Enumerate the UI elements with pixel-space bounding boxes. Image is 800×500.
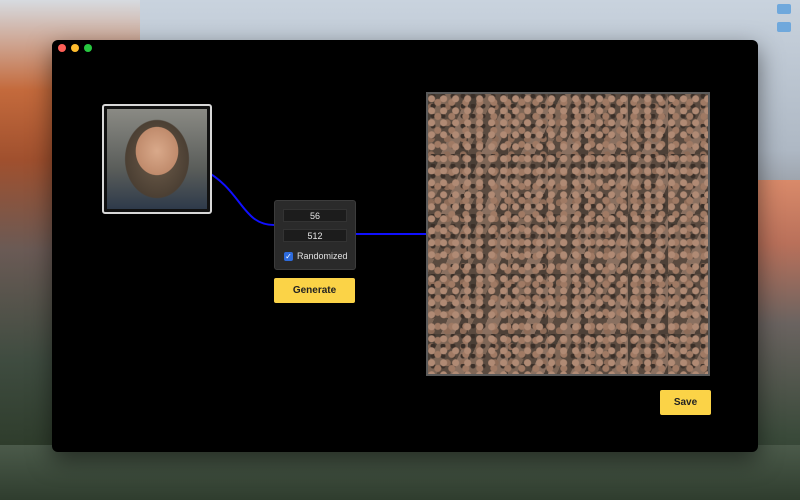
seed-input[interactable]: 56	[283, 209, 347, 222]
folder-icon[interactable]	[777, 22, 791, 32]
randomized-label: Randomized	[297, 251, 348, 261]
wire-input-to-panel	[203, 169, 275, 226]
desktop-wallpaper-ground	[0, 445, 800, 500]
desktop-icons	[768, 0, 800, 40]
generated-texture-image[interactable]	[426, 92, 710, 376]
randomized-option[interactable]: ✓ Randomized	[284, 251, 348, 261]
generate-button[interactable]: Generate	[274, 278, 355, 303]
input-image-frame[interactable]	[102, 104, 212, 214]
save-button[interactable]: Save	[660, 390, 711, 415]
randomized-checkbox[interactable]: ✓	[284, 251, 293, 261]
size-input[interactable]: 512	[283, 229, 347, 242]
app-window: 56 512 ✓ Randomized Generate Save	[52, 40, 758, 452]
folder-icon[interactable]	[777, 4, 791, 14]
portrait-image	[107, 109, 207, 209]
parameter-panel: 56 512 ✓ Randomized	[274, 200, 356, 270]
